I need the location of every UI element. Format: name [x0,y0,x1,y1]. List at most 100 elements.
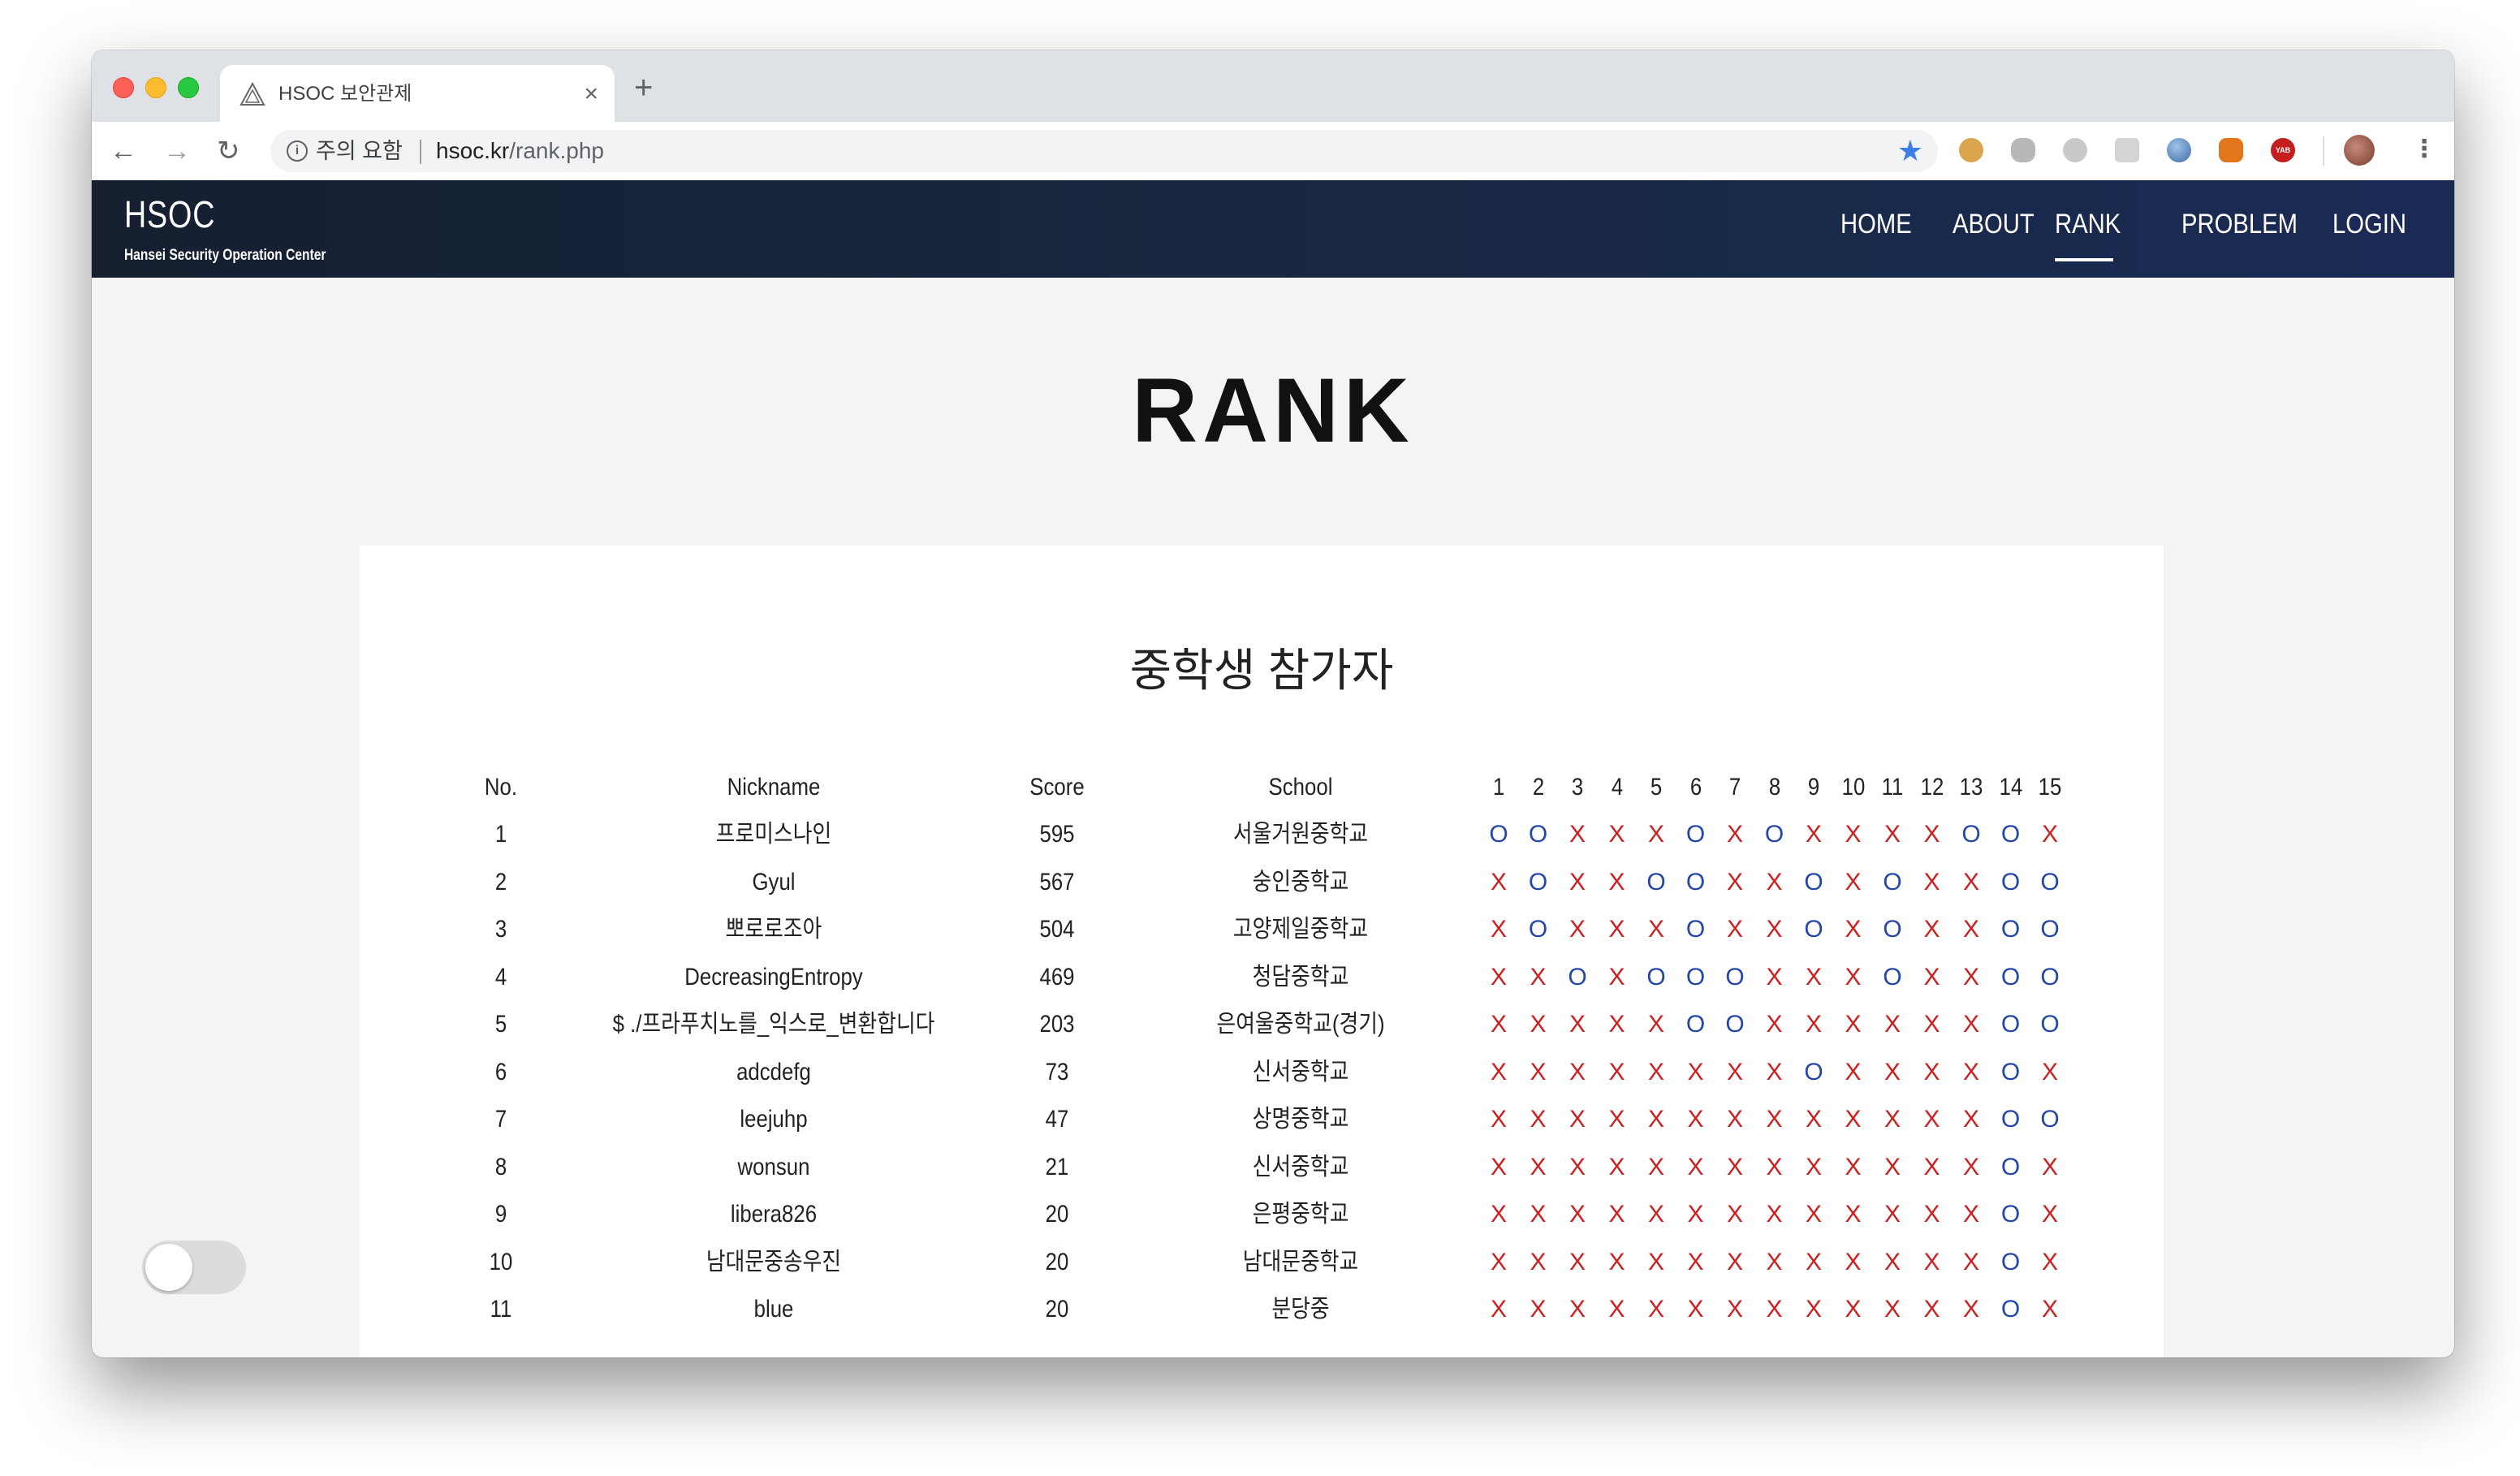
unsolved-mark: X [1766,916,1783,943]
tab-strip: HSOC 보안관제 × + [92,50,2454,123]
unsolved-mark: X [1923,1106,1940,1133]
unsolved-mark: X [1726,916,1743,943]
nickname: Gyul [752,868,796,896]
rank-number: 2 [494,868,507,896]
solved-mark: O [1528,916,1548,943]
unsolved-mark: X [1608,963,1625,990]
nav-about[interactable]: ABOUT [1953,208,2035,240]
site-logo[interactable]: HSOC [124,193,215,235]
unsolved-mark: X [1608,868,1625,896]
rank-number: 6 [494,1058,507,1085]
header-problem-14: 14 [1999,774,2022,801]
unsolved-mark: X [1962,963,1979,990]
minimize-window-button[interactable] [145,77,166,98]
unsolved-mark: X [1845,821,1862,848]
unsolved-mark: X [1923,1011,1940,1038]
rank-number: 3 [494,916,507,943]
unsolved-mark: X [1726,1201,1743,1228]
solved-mark: O [1804,1058,1823,1085]
unsolved-mark: X [1490,1011,1507,1038]
nav-rank[interactable]: RANK [2055,208,2121,240]
bookmark-star-icon[interactable]: ★ [1897,133,1923,169]
profile-avatar[interactable] [2344,135,2375,166]
unsolved-mark: X [1923,821,1940,848]
theme-toggle[interactable] [142,1241,246,1294]
unsolved-mark: X [1962,1201,1979,1228]
info-icon[interactable]: i [287,140,308,162]
page-title: RANK [1132,360,1414,461]
browser-tab[interactable]: HSOC 보안관제 × [220,65,615,123]
score: 469 [1039,963,1075,990]
fox-icon[interactable] [2219,138,2243,162]
solved-mark: O [1489,821,1508,848]
header-problem-13: 13 [1959,774,1983,801]
solved-mark: O [2000,916,2021,943]
tab-close-icon[interactable]: × [584,80,598,109]
unsolved-mark: X [1805,1201,1822,1228]
nav-home[interactable]: HOME [1840,208,1912,240]
header-no: No. [484,774,518,801]
unsolved-mark: X [1726,821,1743,848]
unsolved-mark: X [1845,1201,1862,1228]
unsolved-mark: X [1962,1296,1979,1323]
unsolved-mark: X [1608,821,1625,848]
header-problem-4: 4 [1611,774,1623,801]
unsolved-mark: X [1766,868,1783,896]
header-problem-12: 12 [1920,774,1944,801]
nickname: adcdefg [736,1058,811,1085]
school: 은여울중학교(경기) [1216,1011,1385,1038]
touch-icon[interactable] [2011,138,2035,162]
url-host: hsoc.kr [436,138,510,163]
unsolved-mark: X [1884,1296,1901,1323]
solved-mark: O [2040,868,2060,896]
address-separator [420,140,421,164]
unsolved-mark: X [1962,1058,1979,1085]
address-bar[interactable]: i 주의 요함 hsoc.kr/rank.php ★ [270,130,1938,172]
new-tab-button[interactable]: + [634,71,653,104]
cookie-icon[interactable] [1959,138,1983,162]
unsolved-mark: X [1805,963,1822,990]
nav-login[interactable]: LOGIN [2332,208,2406,240]
unsolved-mark: X [1490,1248,1507,1275]
camera-icon[interactable] [2115,138,2139,162]
unsolved-mark: X [2041,1058,2058,1085]
unsolved-mark: X [1805,1106,1822,1133]
nav-problem[interactable]: PROBLEM [2181,208,2298,240]
forward-button[interactable]: → [163,135,191,167]
school: 신서중학교 [1252,1153,1349,1180]
unsolved-mark: X [1845,1058,1862,1085]
unsolved-mark: X [1569,1106,1586,1133]
unsolved-mark: X [1923,868,1940,896]
reload-button[interactable]: ↻ [217,135,240,167]
unsolved-mark: X [1490,1058,1507,1085]
unsolved-mark: X [1608,1011,1625,1038]
nickname: 남대문중송우진 [706,1248,842,1275]
unsolved-mark: X [1530,1011,1547,1038]
unsolved-mark: X [1766,1106,1783,1133]
url-text[interactable]: hsoc.kr/rank.php [436,138,604,164]
unsolved-mark: X [1726,1296,1743,1323]
score: 595 [1039,821,1075,848]
unsolved-mark: X [1766,1248,1783,1275]
url-path: /rank.php [509,138,604,163]
section-title: 중학생 참가자 [1129,645,1394,696]
unsolved-mark: X [1805,1296,1822,1323]
close-window-button[interactable] [113,77,134,98]
back-button[interactable]: ← [110,135,137,167]
solved-mark: O [1646,868,1666,896]
unsolved-mark: X [1530,1248,1547,1275]
globe-icon[interactable] [2167,138,2191,162]
security-warning-text[interactable]: 주의 요함 [316,138,403,164]
browser-menu-icon[interactable]: ⋮ [2412,133,2436,166]
unsolved-mark: X [1962,916,1979,943]
unsolved-mark: X [1726,868,1743,896]
chat-icon[interactable] [2063,138,2087,162]
unsolved-mark: X [1490,963,1507,990]
unsolved-mark: X [1569,1296,1586,1323]
yab-icon[interactable]: YAB [2271,138,2295,162]
maximize-window-button[interactable] [178,77,199,98]
school: 고양제일중학교 [1232,916,1369,943]
header-score: Score [1029,774,1085,801]
unsolved-mark: X [1569,868,1586,896]
unsolved-mark: X [1608,1153,1625,1180]
